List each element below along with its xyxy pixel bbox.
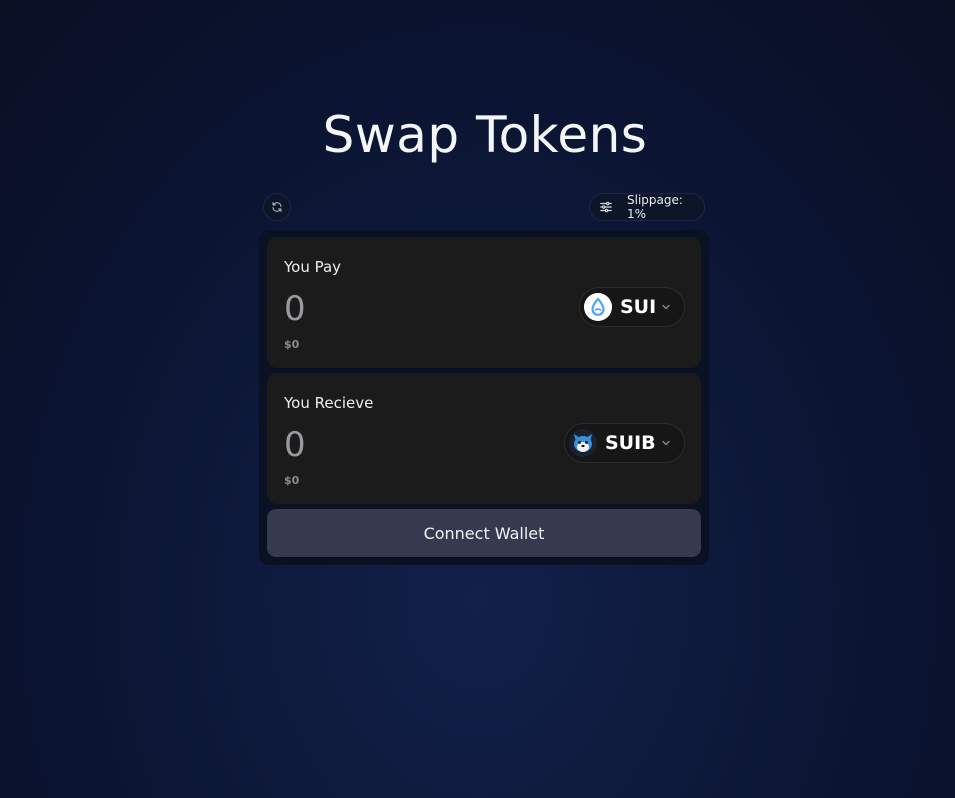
receive-usd-value: $0 [284,474,300,487]
chevron-down-icon [661,302,671,312]
slippage-button[interactable]: Slippage: 1% [589,193,705,221]
pay-heading: You Pay [284,258,342,276]
receive-heading: You Recieve [284,394,374,412]
sui-logo-icon [584,293,612,321]
refresh-icon [272,202,282,212]
pay-usd-value: $0 [284,338,300,351]
swap-card: You Pay $0 SUI You Recieve $0 [259,230,709,565]
pay-token-selector[interactable]: SUI [579,287,685,327]
sliders-icon [599,200,613,214]
pay-amount-input[interactable] [284,289,524,329]
receive-panel: You Recieve $0 SUIB [267,373,701,504]
receive-token-symbol: SUIB [605,432,656,454]
suib-dog-logo-icon [569,429,597,457]
receive-amount-input[interactable] [284,425,524,465]
connect-wallet-button[interactable]: Connect Wallet [267,509,701,557]
receive-token-selector[interactable]: SUIB [564,423,685,463]
refresh-button[interactable] [263,193,291,221]
page-title: Swap Tokens [322,106,648,164]
pay-token-symbol: SUI [620,296,657,318]
pay-panel: You Pay $0 SUI [267,237,701,368]
slippage-label: Slippage: 1% [627,193,683,221]
chevron-down-icon [661,438,671,448]
